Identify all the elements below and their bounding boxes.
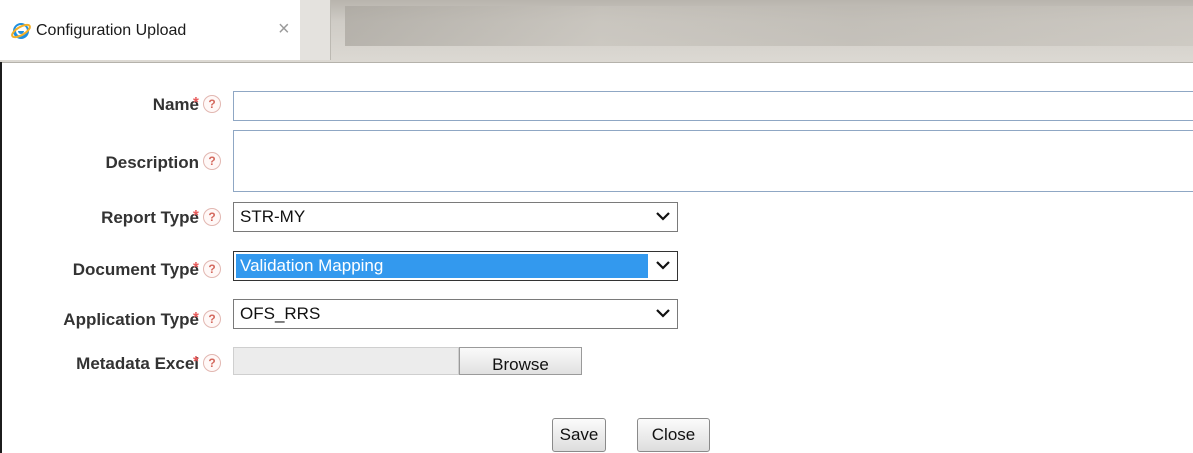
document-type-select[interactable]: Validation Mapping bbox=[233, 251, 678, 281]
chevron-down-icon bbox=[656, 212, 670, 221]
help-icon[interactable]: ? bbox=[203, 208, 221, 226]
description-textarea[interactable] bbox=[233, 130, 1193, 192]
tab-strip: Configuration Upload × bbox=[0, 0, 1193, 63]
close-button[interactable]: Close bbox=[637, 418, 710, 452]
report-type-value: STR-MY bbox=[240, 207, 306, 226]
report-type-select[interactable]: STR-MY bbox=[233, 202, 678, 232]
window-border bbox=[0, 62, 2, 453]
document-type-label: Document Type bbox=[72, 260, 199, 279]
name-input[interactable] bbox=[233, 91, 1193, 121]
application-type-value: OFS_RRS bbox=[240, 304, 321, 323]
close-icon[interactable]: × bbox=[278, 18, 290, 41]
tab-title: Configuration Upload bbox=[36, 22, 187, 39]
description-label: Description bbox=[105, 153, 199, 172]
application-type-select[interactable]: OFS_RRS bbox=[233, 299, 678, 329]
help-icon[interactable]: ? bbox=[203, 354, 221, 372]
help-icon[interactable]: ? bbox=[203, 310, 221, 328]
required-mark: * bbox=[193, 353, 199, 370]
chevron-down-icon bbox=[656, 309, 670, 318]
new-tab-area[interactable] bbox=[300, 0, 331, 60]
required-mark: * bbox=[193, 94, 199, 111]
application-type-label: Application Type bbox=[63, 310, 199, 329]
required-mark: * bbox=[193, 207, 199, 224]
metadata-excel-file-field[interactable] bbox=[233, 347, 459, 375]
tabstrip-background bbox=[345, 6, 1193, 46]
help-icon[interactable]: ? bbox=[203, 260, 221, 278]
ie-icon bbox=[11, 23, 31, 39]
chevron-down-icon bbox=[656, 261, 670, 270]
tab-configuration-upload[interactable]: Configuration Upload × bbox=[0, 0, 301, 60]
metadata-excel-label: Metadata Excel bbox=[76, 354, 199, 373]
document-type-value: Validation Mapping bbox=[240, 256, 384, 275]
required-mark: * bbox=[193, 259, 199, 276]
help-icon[interactable]: ? bbox=[203, 152, 221, 170]
report-type-label: Report Type bbox=[101, 208, 199, 227]
browse-button[interactable]: Browse bbox=[459, 347, 582, 375]
required-mark: * bbox=[193, 309, 199, 326]
help-icon[interactable]: ? bbox=[203, 95, 221, 113]
save-button[interactable]: Save bbox=[552, 418, 606, 452]
